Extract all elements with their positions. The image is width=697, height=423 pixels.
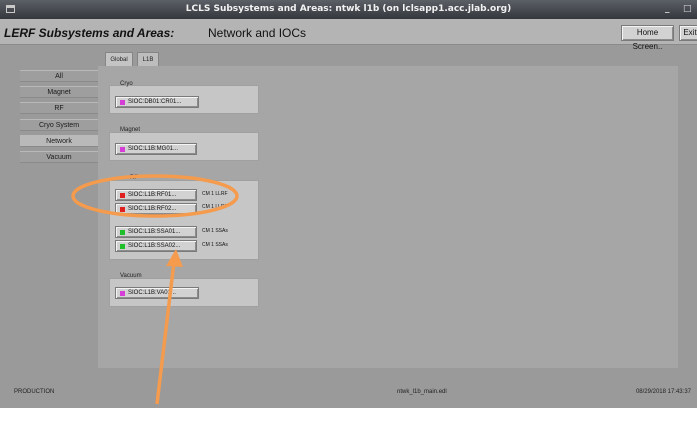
minimize-icon[interactable]: _ (665, 0, 670, 19)
sidebar-item-all[interactable]: All (20, 70, 98, 82)
group-label-vacuum: Vacuum (120, 273, 142, 279)
ioc-label: SIOC:L1B:RF02... (128, 206, 177, 212)
ioc-status-led (120, 207, 125, 212)
ioc-note-rf01: CM 1 LLRF (202, 191, 228, 197)
group-label-cryo: Cryo (120, 81, 133, 87)
ioc-status-led (120, 230, 125, 235)
ioc-label: SIOC:L1B:RF01... (128, 192, 177, 198)
page-subtitle: Network and IOCs (208, 26, 307, 40)
sidebar-item-cryo-system[interactable]: Cryo System (20, 119, 98, 131)
sidebar-item-vacuum[interactable]: Vacuum (20, 151, 98, 163)
ioc-label: SIOC:DB01:CR01... (128, 99, 182, 105)
header-bar: LERF Subsystems and Areas: Network and I… (0, 19, 697, 51)
group-label-rf: RF (130, 175, 138, 181)
ioc-status-led (120, 100, 125, 105)
ioc-label: SIOC:L1B:MG01... (128, 146, 179, 152)
ioc-status-led (120, 193, 125, 198)
ioc-button-l1b-mg01[interactable]: SIOC:L1B:MG01... (115, 143, 197, 155)
group-label-magnet: Magnet (120, 127, 141, 133)
ioc-button-l1b-va01[interactable]: SIOC:L1B:VA01... (115, 287, 199, 299)
sidebar-item-rf[interactable]: RF (20, 102, 98, 114)
window-titlebar: LCLS Subsystems and Areas: ntwk l1b (on … (0, 0, 697, 19)
exit-button[interactable]: Exit (679, 25, 697, 41)
ioc-note-rf02: CM 1 LLRF (202, 204, 228, 210)
tab-global[interactable]: Global (105, 52, 133, 66)
ioc-status-led (120, 244, 125, 249)
maximize-icon[interactable]: □ (683, 0, 692, 19)
ioc-note-ssa02: CM 1 SSAs (202, 242, 228, 248)
ioc-label: SIOC:L1B:SSA01... (128, 229, 181, 235)
footer-timestamp: 08/29/2018 17:43:37 (635, 389, 691, 395)
ioc-button-db01-cr01[interactable]: SIOC:DB01:CR01... (115, 96, 199, 108)
home-screen-button[interactable]: Home Screen.. (621, 25, 674, 51)
status-footer: PRODUCTION ntwk_l1b_main.edl 08/29/2018 … (0, 380, 697, 408)
ioc-button-l1b-ssa01[interactable]: SIOC:L1B:SSA01... (115, 226, 197, 238)
ioc-status-led (120, 147, 125, 152)
footer-filename: ntwk_l1b_main.edl (397, 389, 447, 395)
tab-l1b[interactable]: L1B (137, 52, 159, 66)
window-menu-icon[interactable] (6, 5, 15, 13)
footer-mode: PRODUCTION (14, 389, 55, 395)
app-window: LERF Subsystems and Areas: Network and I… (0, 19, 697, 408)
ioc-label: SIOC:L1B:SSA02... (128, 243, 181, 249)
sidebar-item-magnet[interactable]: Magnet (20, 86, 98, 98)
ioc-label: SIOC:L1B:VA01... (128, 290, 176, 296)
ioc-button-l1b-rf02[interactable]: SIOC:L1B:RF02... (115, 203, 197, 215)
ioc-status-led (120, 291, 125, 296)
ioc-note-ssa01: CM 1 SSAs (202, 228, 228, 234)
sidebar-item-network[interactable]: Network (20, 135, 98, 147)
window-title: LCLS Subsystems and Areas: ntwk l1b (on … (185, 4, 512, 14)
ioc-button-l1b-rf01[interactable]: SIOC:L1B:RF01... (115, 189, 197, 201)
page-title: LERF Subsystems and Areas: (4, 26, 175, 40)
ioc-button-l1b-ssa02[interactable]: SIOC:L1B:SSA02... (115, 240, 197, 252)
